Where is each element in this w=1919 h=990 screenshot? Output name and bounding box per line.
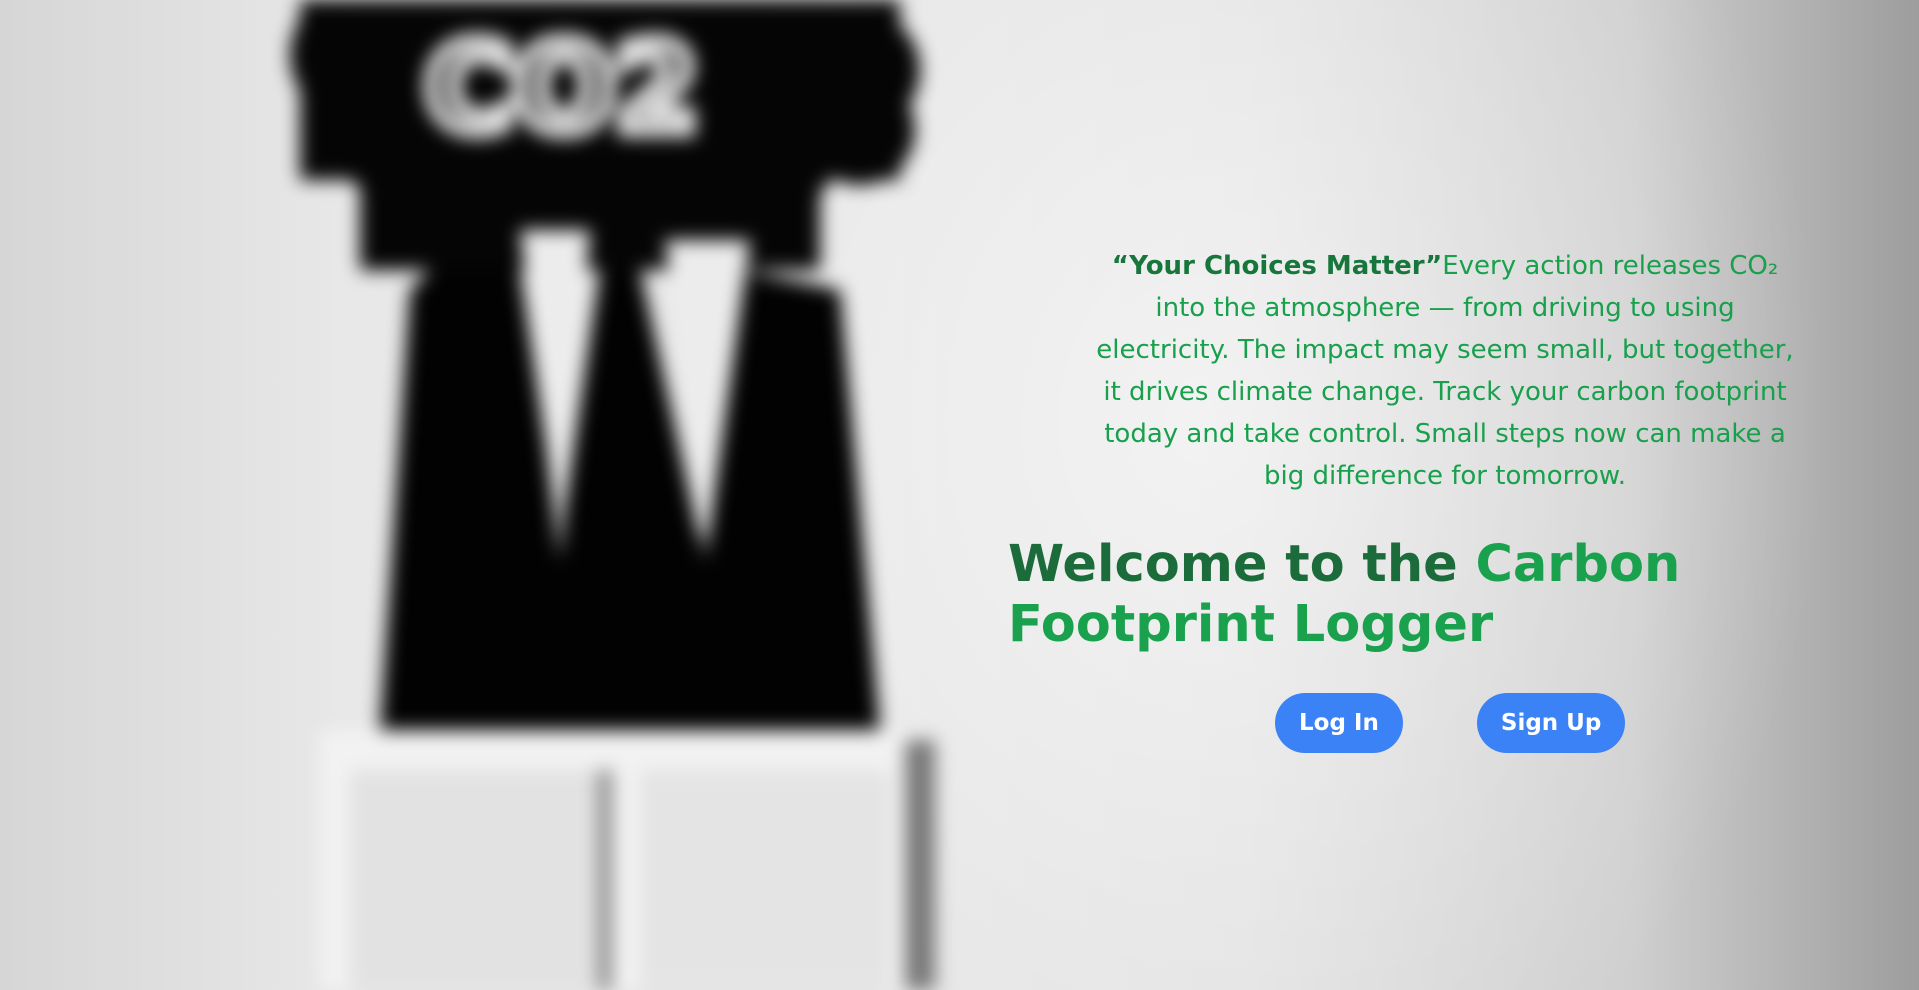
co2-sign-text: CO2 xyxy=(425,20,699,159)
headline-prefix: Welcome to the xyxy=(1008,535,1476,594)
quote-title: “Your Choices Matter” xyxy=(1111,251,1443,281)
page-title: Welcome to the Carbon Footprint Logger xyxy=(1008,535,1880,655)
signup-button[interactable]: Sign Up xyxy=(1476,693,1626,753)
auth-actions: Log In Sign Up xyxy=(1000,693,1880,753)
intro-quote: “Your Choices Matter”Every action releas… xyxy=(1090,245,1800,497)
login-button[interactable]: Log In xyxy=(1275,693,1403,753)
landing-page: CO2 “Your Choices Matter”Every action re… xyxy=(0,0,1919,990)
hero-section: “Your Choices Matter”Every action releas… xyxy=(1000,245,1880,753)
quote-body: Every action releases CO₂ into the atmos… xyxy=(1096,251,1794,491)
